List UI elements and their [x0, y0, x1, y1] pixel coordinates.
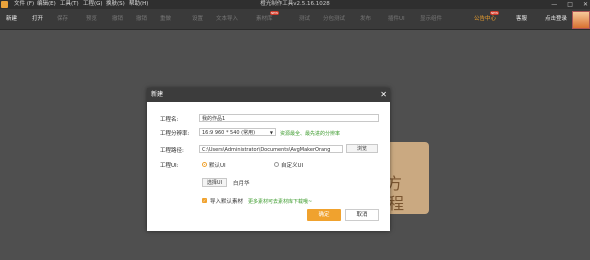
import-hint: 更多素材可去素材库下载哦~: [248, 199, 313, 205]
custom-ui-label: 自定义UI: [281, 163, 304, 169]
redo-button[interactable]: 重做: [160, 9, 171, 29]
background-card-text-2: 程: [388, 194, 405, 213]
title-bar: 文件 (F) 编辑(E) 工具(T) 工程(G) 换肤(S) 帮助(H) 橙光制…: [0, 0, 590, 9]
save-button[interactable]: 保存: [57, 9, 68, 29]
project-name-input[interactable]: 我的作品1: [199, 114, 379, 122]
dialog-header: 新建 ✕: [147, 88, 390, 102]
app-title: 橙光制作工具v2.5.16.1028: [260, 1, 330, 7]
project-ui-label: 工程UI:: [160, 163, 179, 169]
publish-button[interactable]: 发布: [360, 9, 371, 29]
preview-button[interactable]: 预览: [86, 9, 97, 29]
project-path-input[interactable]: C:\Users\Administrator\Documents\AvgMake…: [199, 145, 343, 153]
resolution-hint: 资源最全、最先进的分辨率: [280, 131, 341, 137]
choose-ui-button[interactable]: 选择UI: [202, 178, 227, 187]
default-ui-label: 默认UI: [209, 163, 226, 169]
undo-button[interactable]: 撤销: [112, 9, 123, 29]
resolution-value: 16:9 960 * 540 (常用): [202, 130, 256, 136]
undo-button-2[interactable]: 撤销: [136, 9, 147, 29]
new-badge: NEW: [270, 11, 279, 15]
resolution-select[interactable]: 16:9 960 * 540 (常用) ▼: [199, 128, 276, 136]
minimize-icon[interactable]: —: [551, 0, 557, 9]
browse-button[interactable]: 浏览: [346, 144, 378, 153]
project-name-label: 工程名:: [160, 117, 179, 123]
import-default-assets-checkbox[interactable]: ✓: [202, 198, 207, 203]
import-default-assets-label: 导入默认素材: [210, 199, 244, 205]
test-button[interactable]: 测试: [299, 9, 310, 29]
avatar[interactable]: [572, 11, 590, 29]
new-project-dialog: 新建 ✕ 工程名: 我的作品1 工程分辨率: 16:9 960 * 540 (常…: [147, 88, 390, 231]
ok-button[interactable]: 确定: [307, 209, 341, 221]
cancel-button[interactable]: 取消: [345, 209, 379, 221]
customer-service-link[interactable]: 客服: [516, 9, 527, 29]
maximize-icon[interactable]: □: [567, 0, 573, 9]
window-controls: — □ ✕: [551, 0, 588, 9]
close-window-icon[interactable]: ✕: [583, 0, 588, 9]
project-path-label: 工程路径:: [160, 148, 184, 154]
chevron-down-icon: ▼: [269, 130, 273, 135]
resolution-label: 工程分辨率:: [160, 131, 190, 137]
dialog-title: 新建: [151, 91, 164, 98]
settings-button[interactable]: 设置: [192, 9, 203, 29]
plugin-ui-button[interactable]: 插件UI: [388, 9, 405, 29]
ui-name: 白月华: [233, 181, 250, 187]
default-ui-radio[interactable]: [202, 162, 207, 167]
login-link[interactable]: 点击登录: [545, 9, 567, 29]
text-import-button[interactable]: 文本导入: [216, 9, 238, 29]
show-components-button[interactable]: 显示组件: [420, 9, 442, 29]
open-button[interactable]: 打开: [32, 9, 43, 29]
new-button[interactable]: 新建: [6, 9, 17, 29]
announcement-new-badge: NEW: [490, 11, 499, 15]
custom-ui-radio[interactable]: [274, 162, 279, 167]
close-icon[interactable]: ✕: [380, 88, 387, 102]
split-test-button[interactable]: 分包测试: [323, 9, 345, 29]
toolbar: 新建 打开 保存 预览 撤销 撤销 重做 设置 文本导入 素材库 NEW 测试 …: [0, 9, 590, 30]
